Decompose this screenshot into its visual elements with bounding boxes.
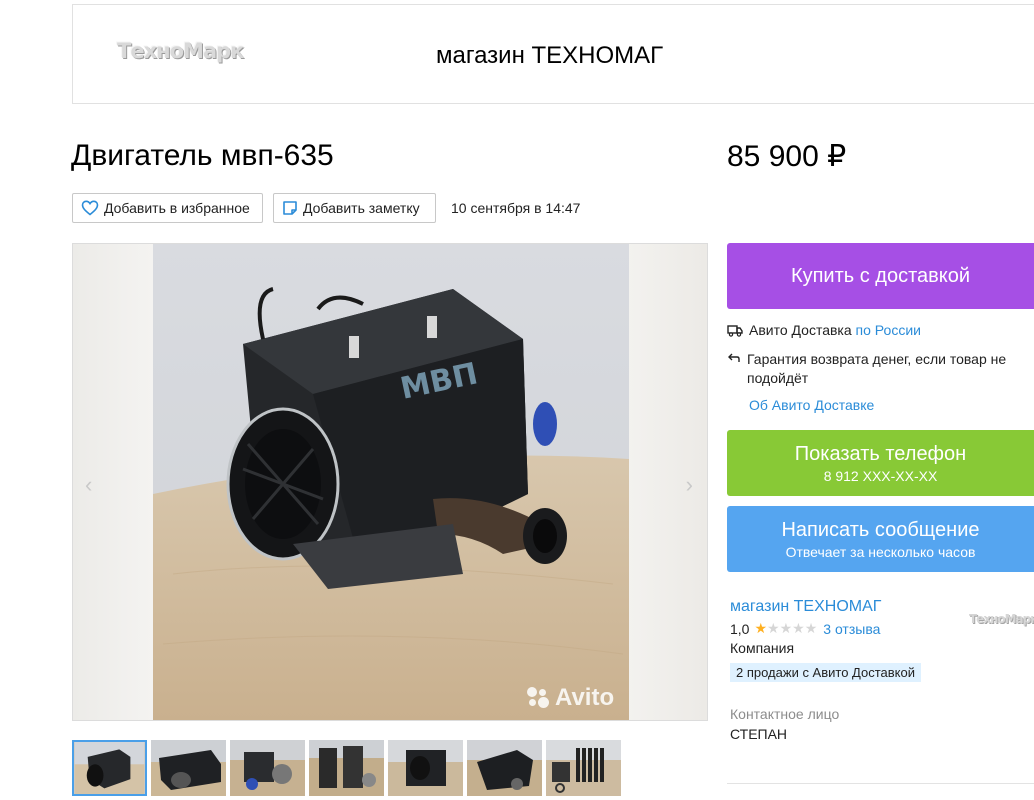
phone-number: 8 912 XXX-XX-XX [823,467,938,484]
gallery-right-fill [627,244,707,720]
show-phone-button[interactable]: Показать телефон 8 912 XXX-XX-XX [727,430,1034,496]
star-empty-icon: ★ [779,620,793,636]
about-delivery-link[interactable]: Об Авито Доставке [749,397,874,413]
response-time: Отвечает за несколько часов [785,543,976,560]
thumbnail[interactable] [467,740,542,796]
delivery-sales-badge: 2 продажи с Авито Доставкой [730,663,921,682]
thumbnail[interactable] [388,740,463,796]
rating-stars: ★★★★★ [754,620,817,637]
heart-icon [81,200,99,216]
delivery-region-link[interactable]: по России [856,322,921,338]
chevron-left-icon[interactable]: ‹ [85,472,92,498]
guarantee-text: Гарантия возврата денег, если товар не п… [747,351,1007,386]
seller-logo[interactable]: ТехноМарк [969,612,1034,626]
item-date: 10 сентября в 14:47 [451,200,581,216]
photo-gallery[interactable]: ‹ › МВП Avito [72,243,708,721]
show-phone-label: Показать телефон [794,442,967,465]
shop-logo[interactable]: ТехноМарк [117,39,244,63]
item-title: Двигатель мвп-635 [71,139,334,172]
thumbnail[interactable] [230,740,305,796]
star-empty-icon: ★ [804,620,818,636]
star-empty-icon: ★ [792,620,805,636]
seller-type: Компания [730,640,795,656]
note-icon [283,201,297,215]
add-note-button[interactable]: Добавить заметку [273,193,436,223]
contact-name: СТЕПАН [730,726,788,742]
guarantee-info: Гарантия возврата денег, если товар не п… [727,350,1007,388]
truck-icon [727,325,743,337]
thumbnail[interactable] [72,740,147,796]
shop-name[interactable]: магазин ТЕХНОМАГ [436,42,663,70]
avito-watermark-text: Avito [555,684,615,711]
divider [727,783,1034,784]
rating-value: 1,0 [730,620,750,637]
avito-dots-icon [525,685,551,711]
shop-header: ТехноМарк магазин ТЕХНОМАГ [72,4,1034,104]
reviews-link[interactable]: 3 отзыва [823,621,880,637]
write-message-label: Написать сообщение [781,518,980,541]
avito-watermark: Avito [525,684,614,712]
main-photo[interactable]: МВП [153,244,629,721]
star-empty-icon: ★ [767,620,780,636]
add-to-favorites-button[interactable]: Добавить в избранное [72,193,263,223]
thumbnail[interactable] [546,740,621,796]
seller-name-link[interactable]: магазин ТЕХНОМАГ [730,598,881,616]
thumbnail[interactable] [309,740,384,796]
thumbnail-strip [72,740,621,796]
chevron-right-icon[interactable]: › [686,472,693,498]
delivery-info: Авито Доставка по России [727,322,921,338]
write-message-button[interactable]: Написать сообщение Отвечает за несколько… [727,506,1034,572]
star-filled-icon: ★ [754,620,768,636]
contact-label: Контактное лицо [730,706,840,722]
add-to-favorites-label: Добавить в избранное [104,200,250,216]
thumbnail[interactable] [151,740,226,796]
return-arrow-icon [728,353,740,362]
buy-with-delivery-button[interactable]: Купить с доставкой [727,243,1034,309]
seller-rating: 1,0 ★★★★★ 3 отзыва [730,620,880,637]
item-price: 85 900 ₽ [727,140,847,173]
add-note-label: Добавить заметку [303,200,420,216]
delivery-text: Авито Доставка [749,322,852,338]
